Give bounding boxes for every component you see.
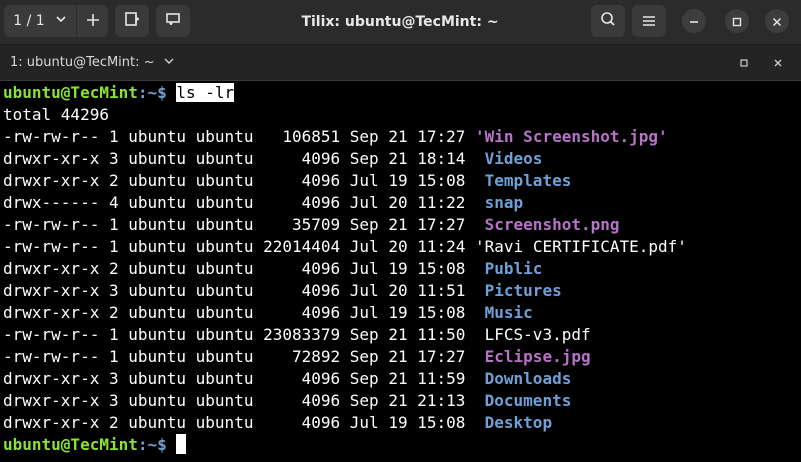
listing-row: -rw-rw-r-- 1 ubuntu ubuntu 106851 Sep 21… bbox=[3, 126, 668, 148]
title-bar: 1 / 1 Tilix: ubuntu@TecMint: ~ bbox=[0, 0, 801, 45]
terminal-close-button[interactable] bbox=[768, 45, 788, 80]
close-button[interactable] bbox=[765, 9, 789, 33]
maximize-icon bbox=[739, 53, 749, 72]
chevron-down-icon bbox=[163, 55, 175, 71]
minimize-icon bbox=[689, 12, 699, 31]
listing-row: drwxr-xr-x 2 ubuntu ubuntu 4096 Jul 19 1… bbox=[3, 302, 533, 324]
search-icon bbox=[600, 11, 616, 31]
listing-row: drwxr-xr-x 2 ubuntu ubuntu 4096 Jul 19 1… bbox=[3, 258, 542, 280]
file-meta: drwxr-xr-x 3 ubuntu ubuntu 4096 Jul 20 1… bbox=[3, 281, 485, 300]
file-meta: drwxr-xr-x 2 ubuntu ubuntu 4096 Jul 19 1… bbox=[3, 303, 485, 322]
file-name: LFCS-v3.pdf bbox=[484, 325, 591, 344]
prompt-path: :~$ bbox=[137, 83, 177, 102]
command-text: ls -lr bbox=[176, 83, 235, 102]
file-name: 'Win Screenshot.jpg' bbox=[475, 127, 668, 146]
terminal-tab-bar: 1: ubuntu@TecMint: ~ bbox=[0, 45, 801, 81]
prompt-line: ubuntu@TecMint:~$ ls -lr bbox=[3, 82, 235, 104]
listing-row: drwxr-xr-x 3 ubuntu ubuntu 4096 Jul 20 1… bbox=[3, 280, 562, 302]
split-horizontal-icon bbox=[124, 11, 140, 31]
chevron-down-icon bbox=[55, 13, 67, 29]
file-name: snap bbox=[484, 193, 524, 212]
file-meta: -rw-rw-r-- 1 ubuntu ubuntu 22014404 Jul … bbox=[3, 237, 476, 256]
file-name: 'Ravi CERTIFICATE.pdf' bbox=[475, 237, 687, 256]
file-meta: drwxr-xr-x 3 ubuntu ubuntu 4096 Sep 21 1… bbox=[3, 369, 485, 388]
file-meta: drwxr-xr-x 2 ubuntu ubuntu 4096 Jul 19 1… bbox=[3, 259, 485, 278]
listing-row: drwxr-xr-x 3 ubuntu ubuntu 4096 Sep 21 2… bbox=[3, 390, 571, 412]
terminal-output[interactable]: ubuntu@TecMint:~$ ls -lr total 44296 -rw… bbox=[0, 81, 801, 462]
file-meta: drwxr-xr-x 2 ubuntu ubuntu 4096 Jul 19 1… bbox=[3, 171, 485, 190]
file-name: Downloads bbox=[484, 369, 572, 388]
text-cursor bbox=[176, 434, 187, 454]
close-icon bbox=[773, 53, 783, 72]
file-meta: -rw-rw-r-- 1 ubuntu ubuntu 35709 Sep 21 … bbox=[3, 215, 485, 234]
listing-row: -rw-rw-r-- 1 ubuntu ubuntu 22014404 Jul … bbox=[3, 236, 687, 258]
file-meta: -rw-rw-r-- 1 ubuntu ubuntu 72892 Sep 21 … bbox=[3, 347, 485, 366]
terminal-title: 1: ubuntu@TecMint: ~ bbox=[10, 55, 155, 70]
listing-row: -rw-rw-r-- 1 ubuntu ubuntu 72892 Sep 21 … bbox=[3, 346, 591, 368]
prompt-path: :~$ bbox=[137, 435, 177, 454]
terminal-title-menu[interactable]: 1: ubuntu@TecMint: ~ bbox=[10, 45, 175, 80]
file-name: Public bbox=[484, 259, 543, 278]
window-title: Tilix: ubuntu@TecMint: ~ bbox=[301, 14, 499, 30]
plus-icon bbox=[86, 12, 100, 31]
file-meta: drwxr-xr-x 3 ubuntu ubuntu 4096 Sep 21 2… bbox=[3, 391, 485, 410]
file-name: Desktop bbox=[484, 413, 553, 432]
search-button[interactable] bbox=[591, 5, 625, 37]
listing-row: drwx------ 4 ubuntu ubuntu 4096 Jul 20 1… bbox=[3, 192, 523, 214]
close-icon bbox=[772, 12, 782, 31]
file-name: Screenshot.png bbox=[484, 215, 620, 234]
minimize-button[interactable] bbox=[682, 9, 706, 33]
add-session-button[interactable] bbox=[76, 5, 108, 37]
hamburger-menu-icon bbox=[642, 12, 656, 31]
split-vertical-button[interactable] bbox=[156, 5, 190, 37]
file-name: Videos bbox=[484, 149, 543, 168]
session-label: 1 / 1 bbox=[13, 13, 45, 29]
file-meta: drwxr-xr-x 2 ubuntu ubuntu 4096 Jul 19 1… bbox=[3, 413, 485, 432]
listing-row: drwxr-xr-x 2 ubuntu ubuntu 4096 Jul 19 1… bbox=[3, 170, 571, 192]
file-meta: drwx------ 4 ubuntu ubuntu 4096 Jul 20 1… bbox=[3, 193, 485, 212]
split-vertical-icon bbox=[165, 11, 181, 31]
listing-row: -rw-rw-r-- 1 ubuntu ubuntu 35709 Sep 21 … bbox=[3, 214, 620, 236]
prompt-user: ubuntu@TecMint bbox=[3, 435, 138, 454]
terminal-maximize-button[interactable] bbox=[734, 45, 754, 80]
session-switcher-button[interactable]: 1 / 1 bbox=[4, 5, 76, 37]
listing-row: drwxr-xr-x 3 ubuntu ubuntu 4096 Sep 21 1… bbox=[3, 148, 542, 170]
listing-row: drwxr-xr-x 2 ubuntu ubuntu 4096 Jul 19 1… bbox=[3, 412, 552, 434]
maximize-icon bbox=[732, 12, 742, 31]
file-meta: -rw-rw-r-- 1 ubuntu ubuntu 106851 Sep 21… bbox=[3, 127, 476, 146]
listing-row: drwxr-xr-x 3 ubuntu ubuntu 4096 Sep 21 1… bbox=[3, 368, 571, 390]
listing-row: -rw-rw-r-- 1 ubuntu ubuntu 23083379 Sep … bbox=[3, 324, 591, 346]
file-name: Documents bbox=[484, 391, 572, 410]
file-name: Music bbox=[484, 303, 533, 322]
file-name: Eclipse.jpg bbox=[484, 347, 591, 366]
split-horizontal-button[interactable] bbox=[115, 5, 149, 37]
prompt-user: ubuntu@TecMint bbox=[3, 83, 138, 102]
file-name: Pictures bbox=[484, 281, 562, 300]
file-meta: drwxr-xr-x 3 ubuntu ubuntu 4096 Sep 21 1… bbox=[3, 149, 485, 168]
main-menu-button[interactable] bbox=[632, 5, 666, 37]
file-meta: -rw-rw-r-- 1 ubuntu ubuntu 23083379 Sep … bbox=[3, 325, 485, 344]
total-line: total 44296 bbox=[3, 105, 109, 124]
maximize-button[interactable] bbox=[725, 9, 749, 33]
prompt-line: ubuntu@TecMint:~$ bbox=[3, 434, 187, 456]
file-name: Templates bbox=[484, 171, 572, 190]
